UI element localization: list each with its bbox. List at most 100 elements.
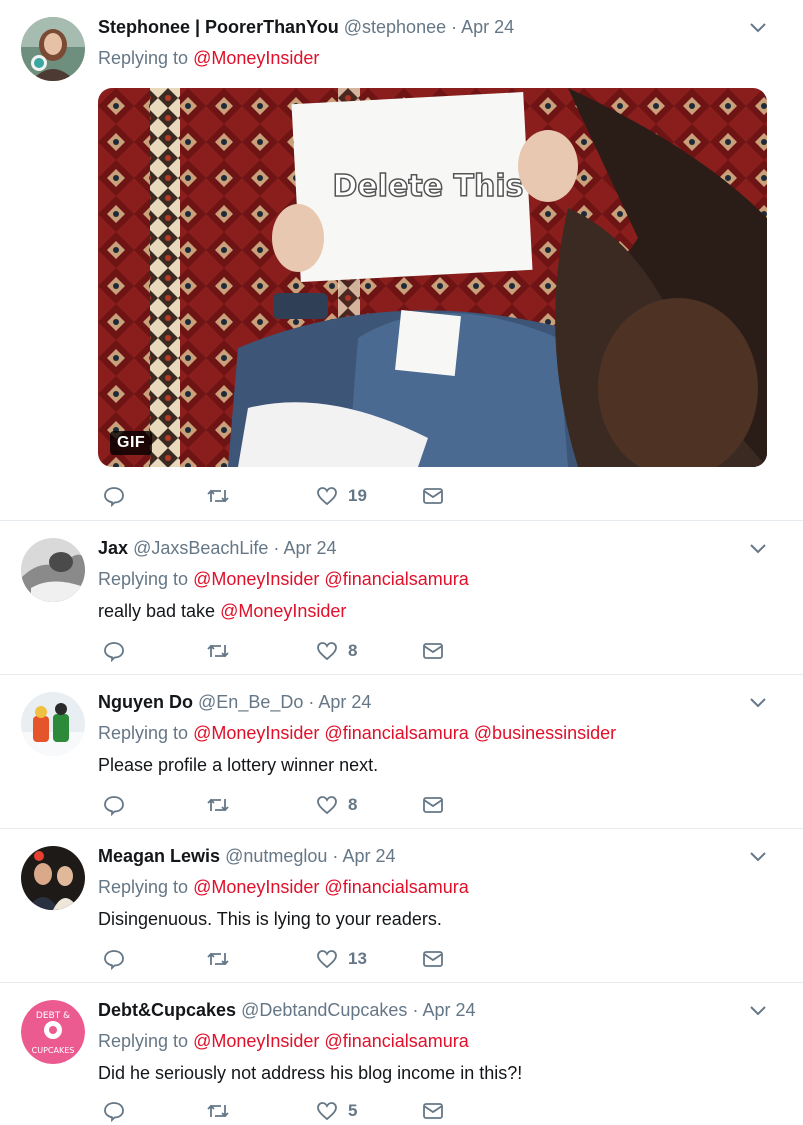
mention-link[interactable]: @MoneyInsider bbox=[193, 48, 319, 68]
tweet-text: really bad take @MoneyInsider bbox=[98, 599, 783, 623]
reply-button[interactable] bbox=[103, 791, 125, 819]
retweet-icon bbox=[206, 485, 230, 507]
tweet[interactable]: Meagan Lewis @nutmeglou · Apr 24 Replyin… bbox=[0, 829, 803, 983]
mention-link[interactable]: @financialsamura bbox=[324, 1031, 468, 1051]
handle[interactable]: @DebtandCupcakes bbox=[241, 1000, 407, 1020]
replying-to: Replying to @MoneyInsider @financialsamu… bbox=[98, 567, 783, 591]
retweet-button[interactable] bbox=[206, 637, 230, 665]
avatar[interactable] bbox=[21, 17, 85, 81]
gif-caption: Delete This bbox=[333, 169, 524, 204]
chevron-down-icon[interactable] bbox=[749, 693, 767, 711]
replying-to-label: Replying to bbox=[98, 877, 189, 897]
replying-to: Replying to @MoneyInsider bbox=[98, 46, 783, 70]
retweet-icon bbox=[206, 640, 230, 662]
like-count: 8 bbox=[348, 641, 358, 660]
reply-icon bbox=[103, 794, 125, 816]
separator-dot: · bbox=[412, 1000, 419, 1020]
mention-link[interactable]: @financialsamura bbox=[324, 569, 468, 589]
avatar[interactable] bbox=[21, 538, 85, 602]
dm-button[interactable] bbox=[422, 945, 444, 973]
replying-to: Replying to @MoneyInsider @financialsamu… bbox=[98, 1029, 783, 1053]
tweet[interactable]: Stephonee | PoorerThanYou @stephonee · A… bbox=[0, 0, 803, 521]
chevron-down-icon[interactable] bbox=[749, 847, 767, 865]
heart-icon bbox=[316, 486, 338, 506]
retweet-button[interactable] bbox=[206, 791, 230, 819]
separator-dot: · bbox=[308, 692, 315, 712]
tweet-actions: 8 bbox=[98, 637, 458, 665]
reply-icon bbox=[103, 948, 125, 970]
tweet-actions: 8 bbox=[98, 791, 458, 819]
avatar[interactable] bbox=[21, 846, 85, 910]
reply-icon bbox=[103, 1100, 125, 1122]
reply-button[interactable] bbox=[103, 945, 125, 973]
retweet-icon bbox=[206, 1100, 230, 1122]
reply-button[interactable] bbox=[103, 482, 125, 510]
separator-dot: · bbox=[273, 538, 280, 558]
reply-button[interactable] bbox=[103, 637, 125, 665]
tweet[interactable]: DEBT & CUPCAKES Debt&Cupcakes @DebtandCu… bbox=[0, 983, 803, 1122]
display-name[interactable]: Jax bbox=[98, 538, 128, 558]
dm-button[interactable] bbox=[422, 637, 444, 665]
display-name[interactable]: Debt&Cupcakes bbox=[98, 1000, 236, 1020]
retweet-button[interactable] bbox=[206, 1097, 230, 1125]
dm-button[interactable] bbox=[422, 482, 444, 510]
tweet-date[interactable]: Apr 24 bbox=[318, 692, 371, 712]
reply-button[interactable] bbox=[103, 1097, 125, 1125]
mention-link[interactable]: @financialsamura bbox=[324, 723, 468, 743]
tweet[interactable]: Nguyen Do @En_Be_Do · Apr 24 Replying to… bbox=[0, 675, 803, 829]
tweet-date[interactable]: Apr 24 bbox=[461, 17, 514, 37]
like-count: 19 bbox=[348, 486, 367, 505]
tweet-actions: 5 bbox=[98, 1097, 458, 1125]
mention-link[interactable]: @MoneyInsider bbox=[193, 1031, 319, 1051]
tweet[interactable]: Jax @JaxsBeachLife · Apr 24 Replying to … bbox=[0, 521, 803, 675]
heart-icon bbox=[316, 795, 338, 815]
avatar[interactable]: DEBT & CUPCAKES bbox=[21, 1000, 85, 1064]
like-button[interactable]: 8 bbox=[316, 637, 357, 665]
chevron-down-icon[interactable] bbox=[749, 539, 767, 557]
replying-to: Replying to @MoneyInsider @financialsamu… bbox=[98, 721, 783, 745]
avatar-text-bottom: CUPCAKES bbox=[32, 1046, 75, 1055]
handle[interactable]: @nutmeglou bbox=[225, 846, 327, 866]
like-button[interactable]: 8 bbox=[316, 791, 357, 819]
like-button[interactable]: 13 bbox=[316, 945, 367, 973]
envelope-icon bbox=[422, 796, 444, 814]
handle[interactable]: @stephonee bbox=[344, 17, 446, 37]
chevron-down-icon[interactable] bbox=[749, 1001, 767, 1019]
display-name[interactable]: Stephonee | PoorerThanYou bbox=[98, 17, 339, 37]
mention-link[interactable]: @MoneyInsider bbox=[193, 877, 319, 897]
separator-dot: · bbox=[332, 846, 339, 866]
like-count: 5 bbox=[348, 1101, 358, 1120]
gif-media[interactable]: Delete This GIF bbox=[98, 88, 767, 467]
heart-icon bbox=[316, 641, 338, 661]
tweet-actions: 19 bbox=[98, 482, 458, 510]
like-button[interactable]: 5 bbox=[316, 1097, 357, 1125]
envelope-icon bbox=[422, 487, 444, 505]
tweet-text: Disingenuous. This is lying to your read… bbox=[98, 909, 442, 929]
tweet-text: Please profile a lottery winner next. bbox=[98, 755, 379, 775]
mention-link[interactable]: @MoneyInsider bbox=[220, 601, 346, 621]
like-button[interactable]: 19 bbox=[316, 482, 367, 510]
display-name[interactable]: Meagan Lewis bbox=[98, 846, 220, 866]
dm-button[interactable] bbox=[422, 1097, 444, 1125]
replying-to-label: Replying to bbox=[98, 1031, 189, 1051]
handle[interactable]: @En_Be_Do bbox=[198, 692, 303, 712]
tweet-text-content: really bad take bbox=[98, 601, 221, 621]
chevron-down-icon[interactable] bbox=[749, 18, 767, 36]
tweet-date[interactable]: Apr 24 bbox=[342, 846, 395, 866]
display-name[interactable]: Nguyen Do bbox=[98, 692, 193, 712]
mention-link[interactable]: @MoneyInsider bbox=[193, 723, 319, 743]
tweet-actions: 13 bbox=[98, 945, 458, 973]
mention-link[interactable]: @financialsamura bbox=[324, 877, 468, 897]
tweet-date[interactable]: Apr 24 bbox=[283, 538, 336, 558]
retweet-button[interactable] bbox=[206, 945, 230, 973]
mention-link[interactable]: @businessinsider bbox=[474, 723, 616, 743]
retweet-icon bbox=[206, 948, 230, 970]
retweet-button[interactable] bbox=[206, 482, 230, 510]
handle[interactable]: @JaxsBeachLife bbox=[133, 538, 268, 558]
avatar[interactable] bbox=[21, 692, 85, 756]
tweet-date[interactable]: Apr 24 bbox=[422, 1000, 475, 1020]
like-count: 8 bbox=[348, 795, 358, 814]
mention-link[interactable]: @MoneyInsider bbox=[193, 569, 319, 589]
envelope-icon bbox=[422, 642, 444, 660]
dm-button[interactable] bbox=[422, 791, 444, 819]
